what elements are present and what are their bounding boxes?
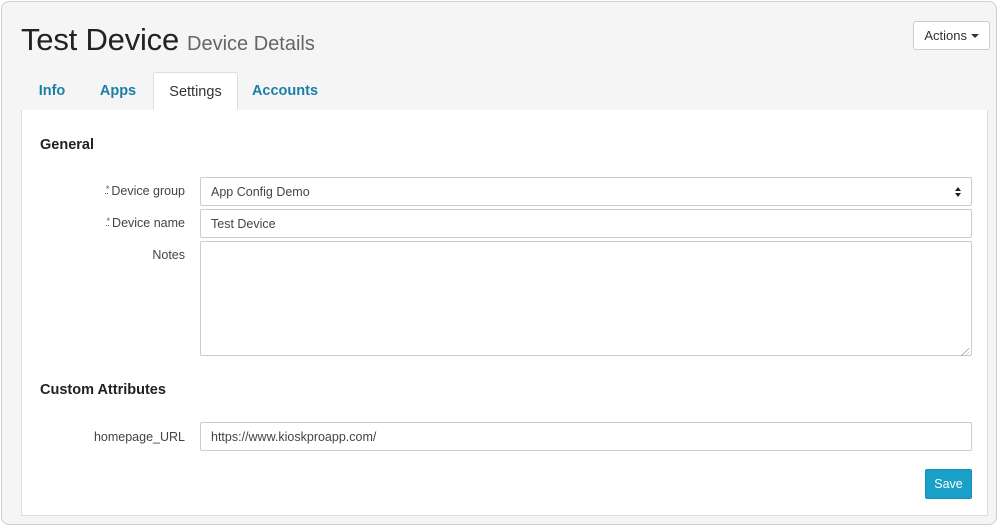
tab-accounts[interactable]: Accounts (238, 72, 332, 110)
page-header: Test Device Device Details (21, 22, 315, 58)
custom-attributes-heading: Custom Attributes (40, 382, 166, 398)
homepage-url-input[interactable] (200, 422, 972, 451)
device-name-label: * Device name (106, 216, 185, 230)
page-subtitle: Device Details (187, 33, 315, 55)
notes-textarea[interactable] (200, 241, 972, 356)
select-arrows-icon (955, 186, 961, 197)
required-marker: * (105, 184, 110, 194)
page-title: Test Device (21, 22, 180, 57)
actions-label: Actions (924, 28, 967, 43)
device-name-input[interactable] (200, 209, 972, 238)
save-button[interactable]: Save (925, 469, 972, 499)
settings-panel: General * Device group App Config Demo * D… (21, 110, 988, 516)
tab-apps[interactable]: Apps (83, 72, 153, 110)
required-marker: * (106, 216, 111, 226)
tab-bar: Info Apps Settings Accounts (21, 72, 988, 111)
tab-settings[interactable]: Settings (153, 72, 238, 111)
notes-label: Notes (152, 248, 185, 262)
tab-info[interactable]: Info (21, 72, 83, 110)
resize-grip-icon[interactable] (961, 348, 969, 356)
homepage-url-label: homepage_URL (93, 430, 185, 444)
device-group-label: * Device group (105, 184, 185, 198)
general-heading: General (40, 137, 94, 153)
device-group-select[interactable]: App Config Demo (200, 177, 972, 206)
actions-dropdown-button[interactable]: Actions (913, 21, 990, 50)
app-window: Test Device Device Details Actions Info … (1, 1, 997, 525)
device-group-value: App Config Demo (211, 184, 310, 199)
caret-down-icon (971, 34, 979, 38)
